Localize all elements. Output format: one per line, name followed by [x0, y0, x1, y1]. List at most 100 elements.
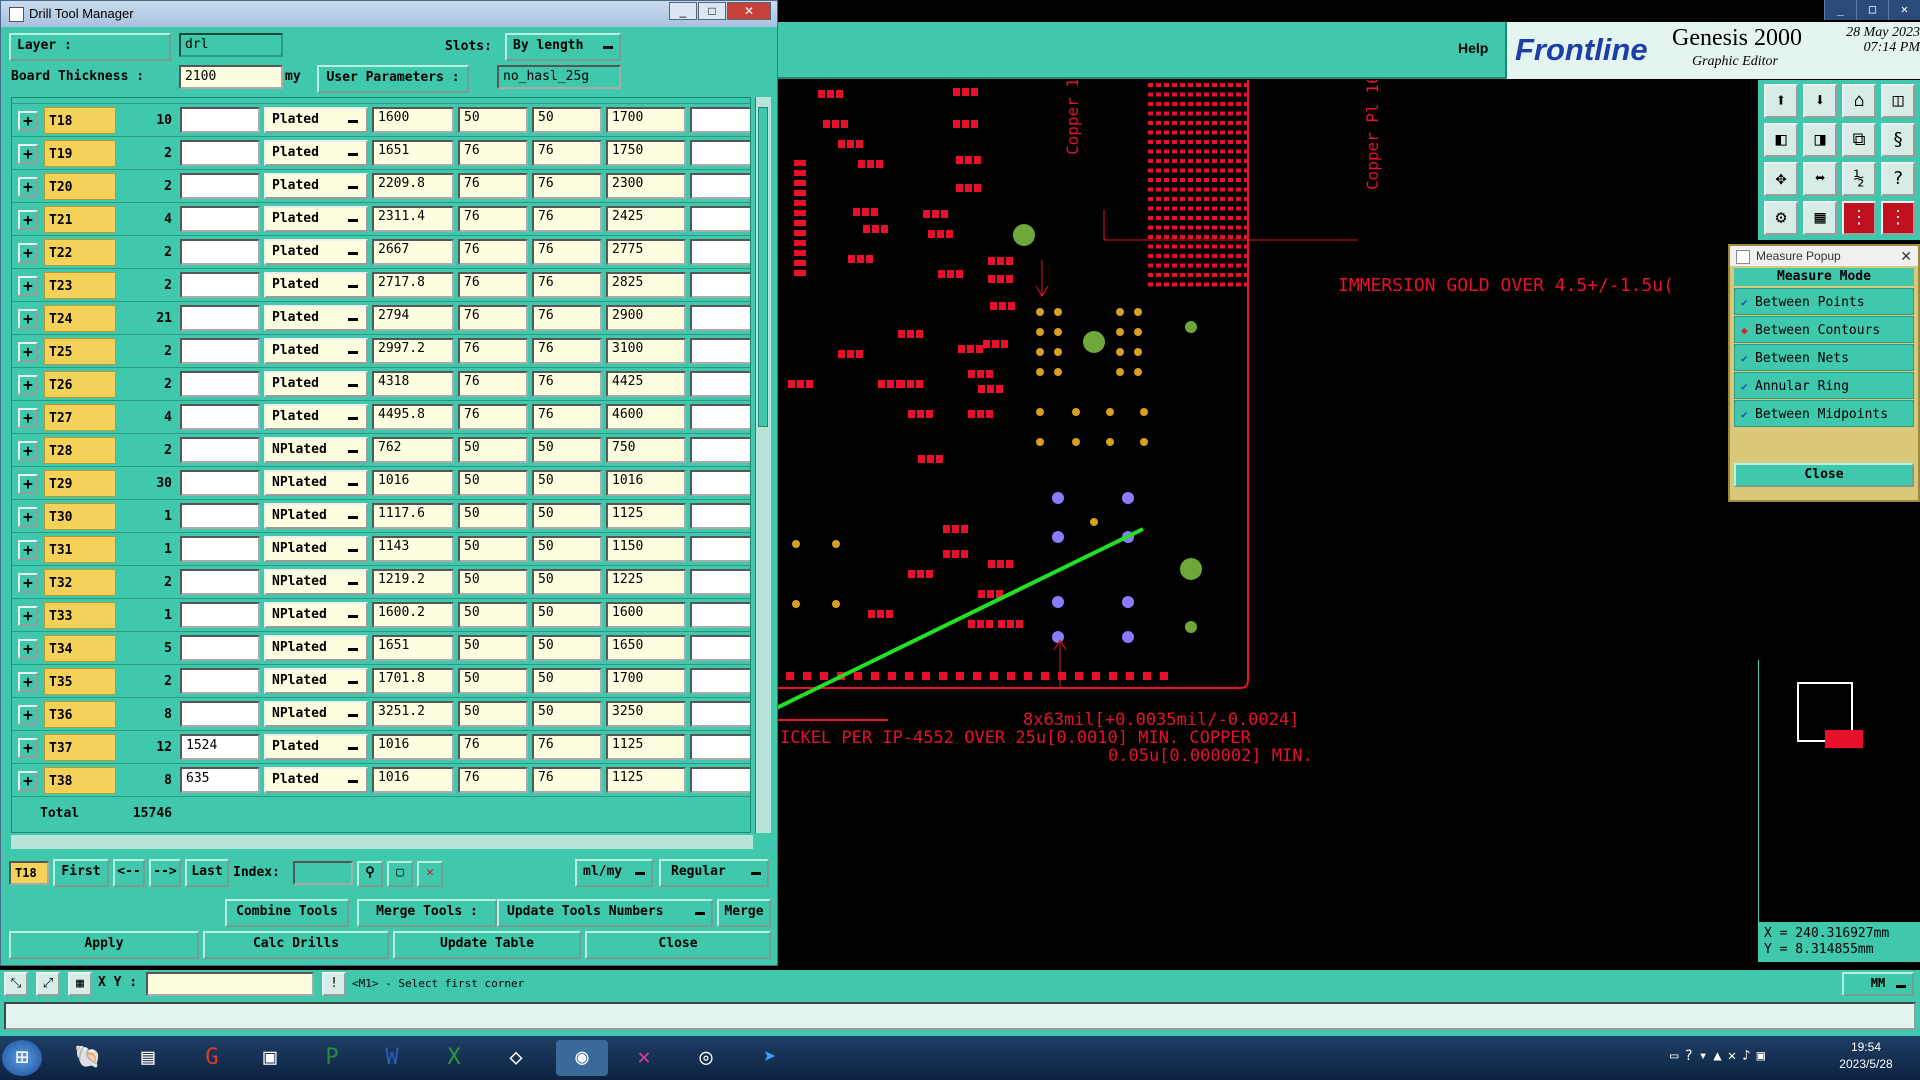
extra-field[interactable]	[690, 173, 750, 199]
drill-size[interactable]: 2300	[606, 173, 686, 199]
drill-size[interactable]: 2775	[606, 239, 686, 265]
save-icon[interactable]: ▢	[387, 861, 413, 887]
table-row[interactable]: + T21 4 Plated 2311.4 76 76 2425	[12, 203, 750, 236]
minimize-button[interactable]: _	[669, 2, 697, 20]
clock[interactable]: 19:54 2023/5/28	[1836, 1039, 1896, 1073]
tool-input[interactable]	[180, 437, 260, 463]
drill-size[interactable]: 1016	[606, 470, 686, 496]
plating-dropdown[interactable]: NPlated	[264, 668, 368, 694]
drill-size[interactable]: 4425	[606, 371, 686, 397]
tolerance-plus[interactable]: 50	[458, 503, 528, 529]
finish-size[interactable]: 4318	[372, 371, 454, 397]
table-row[interactable]: + T26 2 Plated 4318 76 76 4425	[12, 368, 750, 401]
tolerance-plus[interactable]: 50	[458, 668, 528, 694]
tool-input[interactable]	[180, 635, 260, 661]
finish-size[interactable]: 1600.2	[372, 602, 454, 628]
tool-input[interactable]: 1524	[180, 734, 260, 760]
tolerance-plus[interactable]: 76	[458, 767, 528, 793]
mode-selector[interactable]: Regular	[659, 859, 769, 887]
extra-field[interactable]	[690, 635, 750, 661]
next-button[interactable]: -->	[149, 859, 181, 887]
left-panel-icon[interactable]: ◧	[1764, 123, 1798, 157]
tolerance-plus[interactable]: 76	[458, 272, 528, 298]
tool-input[interactable]	[180, 701, 260, 727]
tolerance-plus[interactable]: 76	[458, 140, 528, 166]
table-row[interactable]: + T35 2 NPlated 1701.8 50 50 1700	[12, 665, 750, 698]
finish-size[interactable]: 2717.8	[372, 272, 454, 298]
measure-option[interactable]: ✔ Between Midpoints	[1734, 400, 1914, 427]
dialog-close-button[interactable]: Close	[585, 931, 771, 959]
taskbar-app-arrow-icon[interactable]: ➤	[744, 1040, 796, 1076]
download-icon[interactable]: ⬇	[1803, 84, 1837, 118]
extra-field[interactable]	[690, 668, 750, 694]
tolerance-plus[interactable]: 50	[458, 437, 528, 463]
panel-icon[interactable]: ◫	[1881, 84, 1915, 118]
tolerance-minus[interactable]: 76	[532, 239, 602, 265]
extra-field[interactable]	[690, 734, 750, 760]
grid-icon[interactable]: ▦	[1803, 201, 1837, 235]
finish-size[interactable]: 2667	[372, 239, 454, 265]
expand-icon[interactable]: +	[18, 507, 38, 527]
extra-field[interactable]	[690, 305, 750, 331]
extra-field[interactable]	[690, 272, 750, 298]
finish-size[interactable]: 1600	[372, 107, 454, 133]
extra-field[interactable]	[690, 503, 750, 529]
expand-icon[interactable]: +	[18, 540, 38, 560]
info-icon[interactable]: !	[322, 972, 346, 996]
finish-size[interactable]: 1219.2	[372, 569, 454, 595]
tolerance-minus[interactable]: 50	[532, 437, 602, 463]
tool-input[interactable]	[180, 569, 260, 595]
tolerance-plus[interactable]: 50	[458, 635, 528, 661]
drill-size[interactable]: 1125	[606, 503, 686, 529]
extra-field[interactable]	[690, 602, 750, 628]
dialog-title-bar[interactable]: Drill Tool Manager _ □ ✕	[1, 1, 777, 27]
tray-icons[interactable]: ▭?▾▲✕♪▣	[1670, 1048, 1771, 1064]
drill-size[interactable]: 1150	[606, 536, 686, 562]
taskbar-app-eraser-icon[interactable]: ◇	[490, 1040, 542, 1076]
extra-field[interactable]	[690, 206, 750, 232]
finish-size[interactable]: 1651	[372, 140, 454, 166]
drill-size[interactable]: 750	[606, 437, 686, 463]
home-icon[interactable]: ⌂	[1842, 84, 1876, 118]
board-thickness-input[interactable]: 2100	[179, 65, 283, 89]
tolerance-plus[interactable]: 76	[458, 305, 528, 331]
table-vertical-scrollbar[interactable]	[755, 97, 771, 833]
table-row[interactable]: + T20 2 Plated 2209.8 76 76 2300	[12, 170, 750, 203]
tolerance-minus[interactable]: 76	[532, 767, 602, 793]
extra-field[interactable]	[690, 437, 750, 463]
tolerance-minus[interactable]: 50	[532, 635, 602, 661]
snap-icon[interactable]: §	[1881, 123, 1915, 157]
tool-input[interactable]	[180, 503, 260, 529]
tolerance-minus[interactable]: 76	[532, 338, 602, 364]
tolerance-plus[interactable]: 50	[458, 701, 528, 727]
expand-icon[interactable]: +	[18, 276, 38, 296]
expand-icon[interactable]: +	[18, 144, 38, 164]
finish-size[interactable]: 2209.8	[372, 173, 454, 199]
expand-icon[interactable]: +	[18, 606, 38, 626]
update-tools-numbers-dropdown[interactable]: Update Tools Numbers	[497, 899, 713, 927]
taskbar-app-x-icon[interactable]: ✕	[618, 1040, 670, 1076]
plating-dropdown[interactable]: Plated	[264, 371, 368, 397]
tolerance-minus[interactable]: 50	[532, 602, 602, 628]
taskbar-app-genesis-icon[interactable]: ◉	[556, 1040, 608, 1076]
table-row[interactable]: + T27 4 Plated 4495.8 76 76 4600	[12, 401, 750, 434]
extra-field[interactable]	[690, 536, 750, 562]
tool-input[interactable]	[180, 173, 260, 199]
table-row[interactable]: + T31 1 NPlated 1143 50 50 1150	[12, 533, 750, 566]
taskbar-app-word-icon[interactable]: W	[366, 1040, 418, 1076]
extra-field[interactable]	[690, 371, 750, 397]
extra-field[interactable]	[690, 701, 750, 727]
plating-dropdown[interactable]: NPlated	[264, 503, 368, 529]
extra-field[interactable]	[690, 569, 750, 595]
expand-icon[interactable]: +	[18, 243, 38, 263]
measure-close-button[interactable]: Close	[1734, 463, 1914, 487]
user-parameters-button[interactable]: User Parameters :	[317, 65, 469, 93]
expand-icon[interactable]: +	[18, 210, 38, 230]
plating-dropdown[interactable]: NPlated	[264, 470, 368, 496]
tolerance-plus[interactable]: 50	[458, 536, 528, 562]
layer-field[interactable]: drl	[179, 33, 283, 57]
finish-size[interactable]: 1016	[372, 767, 454, 793]
tolerance-plus[interactable]: 76	[458, 239, 528, 265]
tolerance-minus[interactable]: 50	[532, 470, 602, 496]
tolerance-plus[interactable]: 50	[458, 107, 528, 133]
